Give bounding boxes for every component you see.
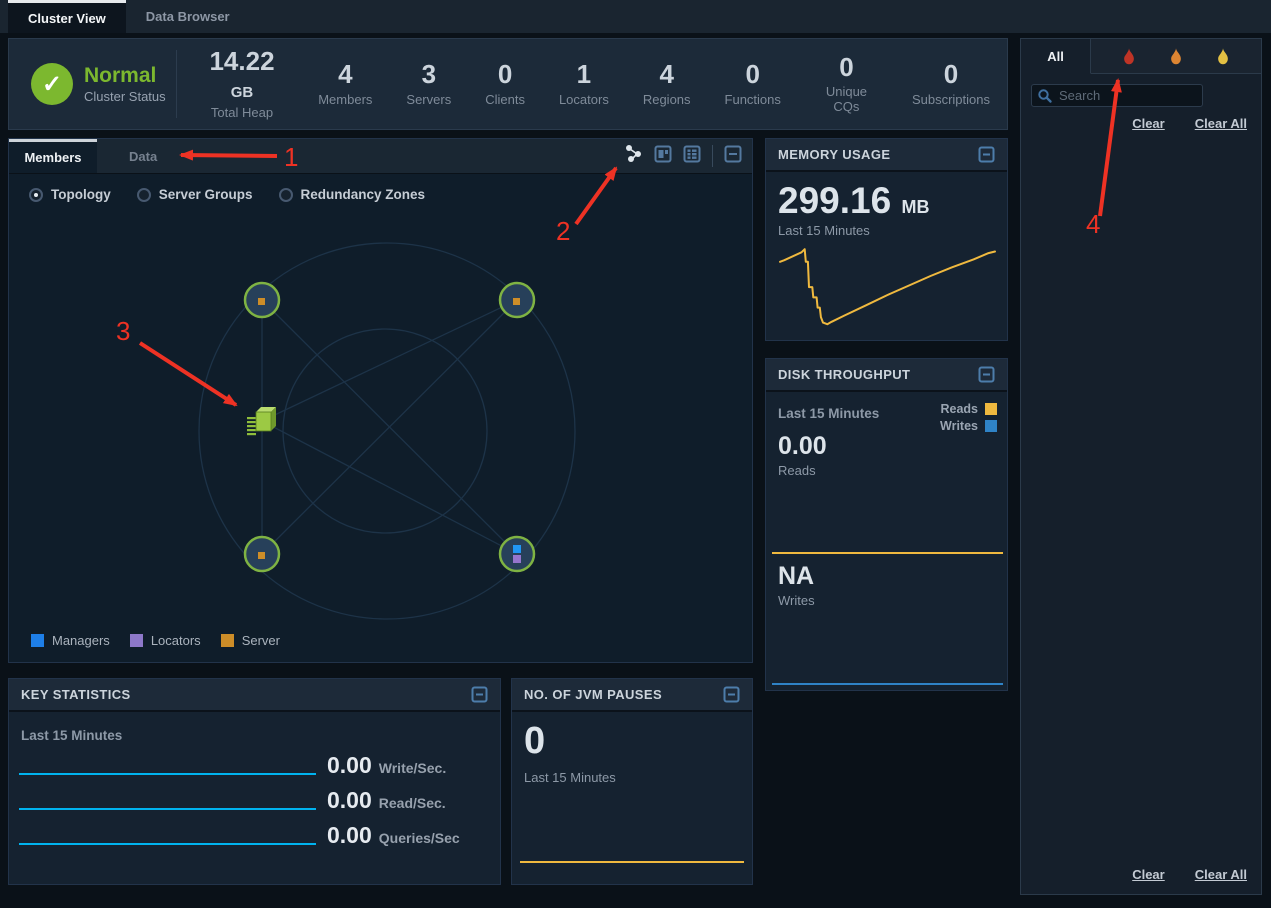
- stat-total-heap: 14.22 GB Total Heap: [183, 48, 301, 121]
- topology-edge: [262, 300, 517, 421]
- jvm-pauses-line-chart: [520, 861, 744, 863]
- tab-all-alerts[interactable]: All: [1021, 39, 1091, 74]
- reads-line-chart: [19, 808, 316, 810]
- memory-sparkline-chart: [778, 244, 997, 327]
- legend-server: Server: [221, 633, 280, 648]
- memory-usage-title: MEMORY USAGE: [778, 147, 890, 162]
- stat-clients: 0 Clients: [468, 61, 542, 106]
- alerts-clear-links-top: Clear Clear All: [1035, 116, 1247, 131]
- alerts-sidebar: All: [1020, 38, 1262, 895]
- reads-swatch: [985, 403, 997, 415]
- stat-unique-cqs: 0 Unique CQs: [798, 54, 895, 114]
- tab-data[interactable]: Data: [97, 139, 189, 173]
- topology-legend: Managers Locators Server: [31, 633, 280, 648]
- managers-swatch: [31, 634, 44, 647]
- stat-subscriptions: 0 Subscriptions: [895, 61, 1007, 106]
- legend-locators: Locators: [130, 633, 201, 648]
- stat-functions: 0 Functions: [708, 61, 798, 106]
- memory-sparkline: [780, 249, 995, 324]
- severe-flame-icon[interactable]: [1122, 48, 1136, 65]
- alerts-tabbar: All: [1021, 39, 1261, 74]
- search-icon: [1037, 88, 1053, 109]
- cluster-status-block: ✓ Normal Cluster Status: [9, 63, 176, 105]
- cluster-status-label: Cluster Status: [84, 89, 166, 104]
- stat-regions: 4 Regions: [626, 61, 708, 106]
- cluster-status-value: Normal: [84, 64, 166, 87]
- stat-label: Total Heap: [200, 105, 284, 120]
- header-divider: [176, 50, 177, 118]
- disk-throughput-title: DISK THROUGHPUT: [778, 367, 910, 382]
- query-rate: 0.00 Queries/Sec: [327, 822, 460, 849]
- alerts-clear-links-bottom: Clear Clear All: [1021, 867, 1247, 882]
- app-tab-bar: Cluster View Data Browser: [0, 0, 1271, 33]
- collapse-keystats-icon[interactable]: [471, 686, 488, 703]
- disk-reads-block: 0.00 Reads: [778, 434, 827, 478]
- disk-writes-value: NA: [778, 564, 815, 589]
- jvm-pauses-widget: NO. OF JVM PAUSES 0 Last 15 Minutes: [511, 678, 753, 885]
- memory-subtitle: Last 15 Minutes: [778, 223, 995, 238]
- stat-locators: 1 Locators: [542, 61, 626, 106]
- check-icon: ✓: [31, 63, 73, 105]
- grid-detail-view-icon[interactable]: [683, 145, 701, 168]
- disk-throughput-widget: DISK THROUGHPUT Last 15 Minutes Reads Wr…: [765, 358, 1008, 691]
- cluster-status-header: ✓ Normal Cluster Status 14.22 GB Total H…: [8, 38, 1008, 130]
- cluster-stats-row: 14.22 GB Total Heap 4 Members 3 Servers …: [183, 48, 1007, 121]
- members-panel: Members Data: [8, 138, 753, 663]
- clear-link[interactable]: Clear: [1132, 867, 1165, 882]
- keystats-subtitle: Last 15 Minutes: [21, 728, 122, 743]
- jvm-pauses-subtitle: Last 15 Minutes: [524, 770, 616, 785]
- disk-legend: Reads Writes: [940, 402, 997, 436]
- member-role-square: [513, 545, 521, 553]
- disk-writes-line-chart: [772, 683, 1003, 685]
- clear-all-link[interactable]: Clear All: [1195, 116, 1247, 131]
- key-statistics-widget: KEY STATISTICS Last 15 Minutes 0.00 Writ…: [8, 678, 501, 885]
- alerts-search-input[interactable]: [1031, 84, 1203, 107]
- writes-line-chart: [19, 773, 316, 775]
- tab-members[interactable]: Members: [9, 139, 97, 173]
- host-machine-icon[interactable]: [247, 407, 276, 435]
- server-swatch: [221, 634, 234, 647]
- key-statistics-title: KEY STATISTICS: [21, 687, 131, 702]
- clear-link[interactable]: Clear: [1132, 116, 1165, 131]
- disk-subtitle: Last 15 Minutes: [778, 406, 879, 421]
- topology-view-icon[interactable]: [624, 144, 643, 168]
- disk-writes-block: NA Writes: [778, 564, 815, 608]
- writes-swatch: [985, 420, 997, 432]
- disk-reads-line-chart: [772, 552, 1003, 554]
- clear-all-link[interactable]: Clear All: [1195, 867, 1247, 882]
- member-role-square: [258, 552, 265, 559]
- topology-graph[interactable]: [9, 174, 754, 629]
- member-role-square: [258, 298, 265, 305]
- collapse-members-panel-icon[interactable]: [724, 145, 742, 168]
- toolbar-separator: [712, 145, 713, 167]
- memory-value: 299.16: [778, 180, 891, 221]
- collapse-jvm-icon[interactable]: [723, 686, 740, 703]
- collapse-memory-icon[interactable]: [978, 146, 995, 163]
- queries-line-chart: [19, 843, 316, 845]
- stat-members: 4 Members: [301, 61, 389, 106]
- locators-swatch: [130, 634, 143, 647]
- read-rate: 0.00 Read/Sec.: [327, 787, 446, 814]
- member-role-square: [513, 298, 520, 305]
- warning-flame-icon[interactable]: [1216, 48, 1230, 65]
- disk-reads-value: 0.00: [778, 434, 827, 459]
- tab-data-browser[interactable]: Data Browser: [126, 0, 250, 33]
- jvm-pauses-title: NO. OF JVM PAUSES: [524, 687, 662, 702]
- error-flame-icon[interactable]: [1169, 48, 1183, 65]
- members-panel-tabbar: Members Data: [9, 139, 752, 174]
- stat-value: 14.22: [209, 46, 274, 76]
- memory-unit: MB: [901, 197, 929, 217]
- member-role-square: [513, 555, 521, 563]
- legend-managers: Managers: [31, 633, 110, 648]
- stat-servers: 3 Servers: [389, 61, 468, 106]
- grid-small-view-icon[interactable]: [654, 145, 672, 168]
- stat-unit: GB: [231, 84, 254, 101]
- tab-cluster-view[interactable]: Cluster View: [8, 0, 126, 33]
- member-node[interactable]: [500, 537, 534, 571]
- jvm-pauses-value: 0: [524, 720, 545, 763]
- write-rate: 0.00 Write/Sec.: [327, 752, 446, 779]
- memory-usage-widget: MEMORY USAGE 299.16 MB Last 15 Minutes: [765, 138, 1008, 341]
- collapse-disk-icon[interactable]: [978, 366, 995, 383]
